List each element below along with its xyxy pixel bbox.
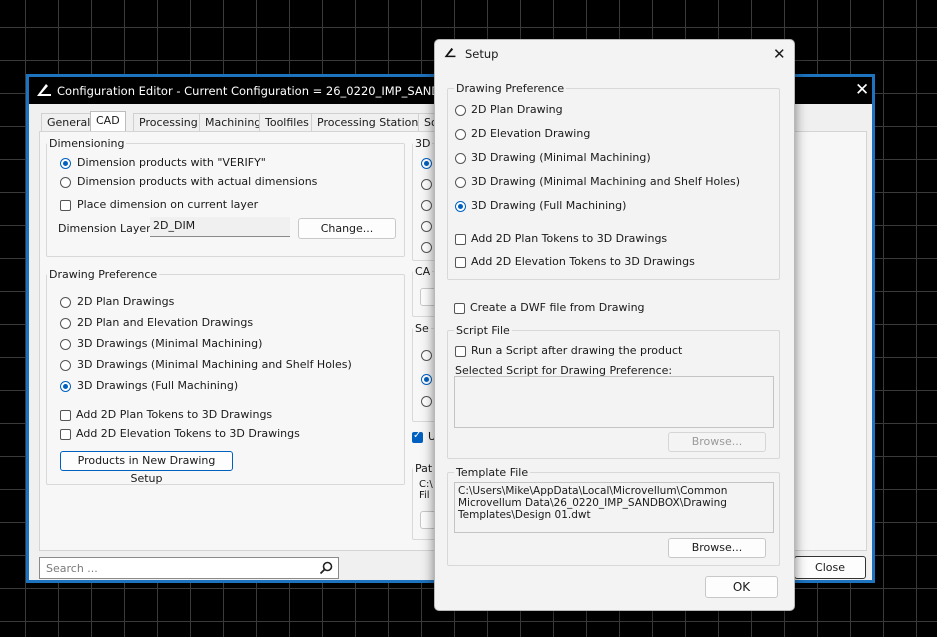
create-dwf-checkbox[interactable] (454, 303, 465, 314)
tab-machining[interactable]: Machining (199, 113, 268, 131)
right-group-3-legend: Se (413, 322, 431, 335)
pref-3d-minimal-label[interactable]: 3D Drawings (Minimal Machining) (77, 337, 262, 350)
right-group-1-legend: 3D (413, 137, 433, 150)
selected-script-field[interactable] (454, 376, 774, 428)
pref-2d-plan-label[interactable]: 2D Plan Drawings (77, 295, 174, 308)
template-browse-button[interactable]: Browse... (668, 538, 766, 558)
setup-pref-2d-elev-radio[interactable] (455, 129, 466, 140)
setup-pref-2d-plan-radio[interactable] (455, 105, 466, 116)
script-file-legend: Script File (454, 324, 512, 337)
template-file-legend: Template File (454, 466, 531, 479)
right-group-1-radio-4[interactable] (421, 221, 432, 232)
setup-pref-3d-minimal-shelf-radio[interactable] (455, 177, 466, 188)
setup-pref-3d-full-label[interactable]: 3D Drawing (Full Machining) (471, 199, 626, 212)
right-path-text-1: C:\ (419, 479, 433, 490)
pref-3d-minimal-radio[interactable] (60, 339, 71, 350)
microvellum-logo-icon (37, 84, 51, 96)
pref-3d-full-radio[interactable] (60, 381, 71, 392)
setup-add-plan-tokens-checkbox[interactable] (455, 234, 466, 245)
close-button[interactable]: Close (794, 556, 866, 579)
add-elev-tokens-label[interactable]: Add 2D Elevation Tokens to 3D Drawings (76, 427, 300, 440)
right-group-1-radio-5[interactable] (421, 242, 432, 253)
change-layer-button[interactable]: Change... (298, 218, 396, 239)
right-group-3-radio-3[interactable] (421, 396, 432, 407)
template-path-field[interactable]: C:\Users\Mike\AppData\Local\Microvellum\… (454, 482, 774, 533)
setup-add-plan-tokens-label[interactable]: Add 2D Plan Tokens to 3D Drawings (471, 232, 667, 245)
add-plan-tokens-checkbox[interactable] (60, 410, 71, 421)
setup-pref-2d-elev-label[interactable]: 2D Elevation Drawing (471, 127, 590, 140)
window-title: Configuration Editor - Current Configura… (57, 84, 465, 98)
add-elev-tokens-checkbox[interactable] (60, 429, 71, 440)
drawing-preference-legend: Drawing Preference (47, 268, 160, 281)
place-current-layer-checkbox[interactable] (60, 200, 71, 211)
setup-pref-3d-full-radio[interactable] (455, 201, 466, 212)
setup-drawing-preference-legend: Drawing Preference (454, 82, 567, 95)
setup-add-elev-tokens-checkbox[interactable] (455, 257, 466, 268)
right-group-1-radio-2[interactable] (421, 179, 432, 190)
right-group-1-radio-3[interactable] (421, 200, 432, 211)
tab-processing[interactable]: Processing (133, 113, 204, 131)
script-browse-button[interactable]: Browse... (668, 432, 766, 452)
right-group-3-radio-1[interactable] (421, 350, 432, 361)
pref-3d-minimal-shelf-radio[interactable] (60, 360, 71, 371)
place-current-layer-label[interactable]: Place dimension on current layer (77, 198, 258, 211)
right-group-3-radio-2[interactable] (421, 374, 432, 385)
right-path-text-2: Fil (419, 490, 430, 501)
drawing-preference-group: Drawing Preference 2D Plan Drawings 2D P… (46, 268, 405, 485)
dimension-layer-input[interactable]: 2D_DIM (150, 217, 290, 237)
dimensioning-legend: Dimensioning (47, 137, 127, 150)
dimensioning-group: Dimensioning Dimension products with "VE… (46, 137, 405, 257)
template-file-group: Template File C:\Users\Mike\AppData\Loca… (447, 466, 780, 566)
pref-2d-plan-radio[interactable] (60, 297, 71, 308)
right-group-1-radio-1[interactable] (421, 158, 432, 169)
tab-cad[interactable]: CAD (90, 111, 126, 132)
right-group-2-legend: CA (413, 265, 433, 278)
setup-dialog: Setup ✕ Drawing Preference 2D Plan Drawi… (434, 39, 795, 611)
pref-3d-minimal-shelf-label[interactable]: 3D Drawings (Minimal Machining and Shelf… (77, 358, 352, 371)
create-dwf-label[interactable]: Create a DWF file from Drawing (470, 301, 645, 314)
close-icon[interactable]: ✕ (773, 45, 786, 63)
setup-pref-3d-minimal-label[interactable]: 3D Drawing (Minimal Machining) (471, 151, 651, 164)
right-use-checkbox[interactable] (412, 430, 423, 443)
search-box[interactable]: Search ... (39, 557, 339, 579)
close-icon[interactable]: ✕ (855, 80, 869, 100)
search-icon[interactable] (319, 561, 333, 575)
dimension-verify-label[interactable]: Dimension products with "VERIFY" (77, 156, 266, 169)
products-new-drawing-setup-button[interactable]: Products in New Drawing Setup (60, 451, 233, 485)
right-path-legend: Pat (413, 462, 435, 475)
run-script-label[interactable]: Run a Script after drawing the product (471, 344, 682, 357)
tab-general[interactable]: General (41, 113, 97, 131)
dimension-layer-label: Dimension Layer: (58, 222, 155, 235)
script-file-group: Script File Run a Script after drawing t… (447, 324, 780, 459)
tab-processing-stations[interactable]: Processing Stations (311, 113, 431, 131)
pref-3d-full-label[interactable]: 3D Drawings (Full Machining) (77, 379, 238, 392)
dimension-actual-label[interactable]: Dimension products with actual dimension… (77, 175, 317, 188)
pref-2d-plan-elev-label[interactable]: 2D Plan and Elevation Drawings (77, 316, 253, 329)
add-plan-tokens-label[interactable]: Add 2D Plan Tokens to 3D Drawings (76, 408, 272, 421)
setup-pref-2d-plan-label[interactable]: 2D Plan Drawing (471, 103, 563, 116)
dimension-verify-radio[interactable] (60, 158, 71, 169)
setup-title: Setup (465, 47, 499, 61)
setup-add-elev-tokens-label[interactable]: Add 2D Elevation Tokens to 3D Drawings (471, 255, 695, 268)
setup-pref-3d-minimal-radio[interactable] (455, 153, 466, 164)
tab-toolfiles[interactable]: Toolfiles (259, 113, 315, 131)
pref-2d-plan-elev-radio[interactable] (60, 318, 71, 329)
search-placeholder: Search ... (46, 562, 98, 575)
setup-pref-3d-minimal-shelf-label[interactable]: 3D Drawing (Minimal Machining and Shelf … (471, 175, 740, 188)
run-script-checkbox[interactable] (455, 346, 466, 357)
dimension-actual-radio[interactable] (60, 177, 71, 188)
setup-drawing-preference-group: Drawing Preference 2D Plan Drawing 2D El… (447, 82, 780, 280)
microvellum-logo-icon (444, 47, 456, 58)
ok-button[interactable]: OK (705, 576, 778, 598)
